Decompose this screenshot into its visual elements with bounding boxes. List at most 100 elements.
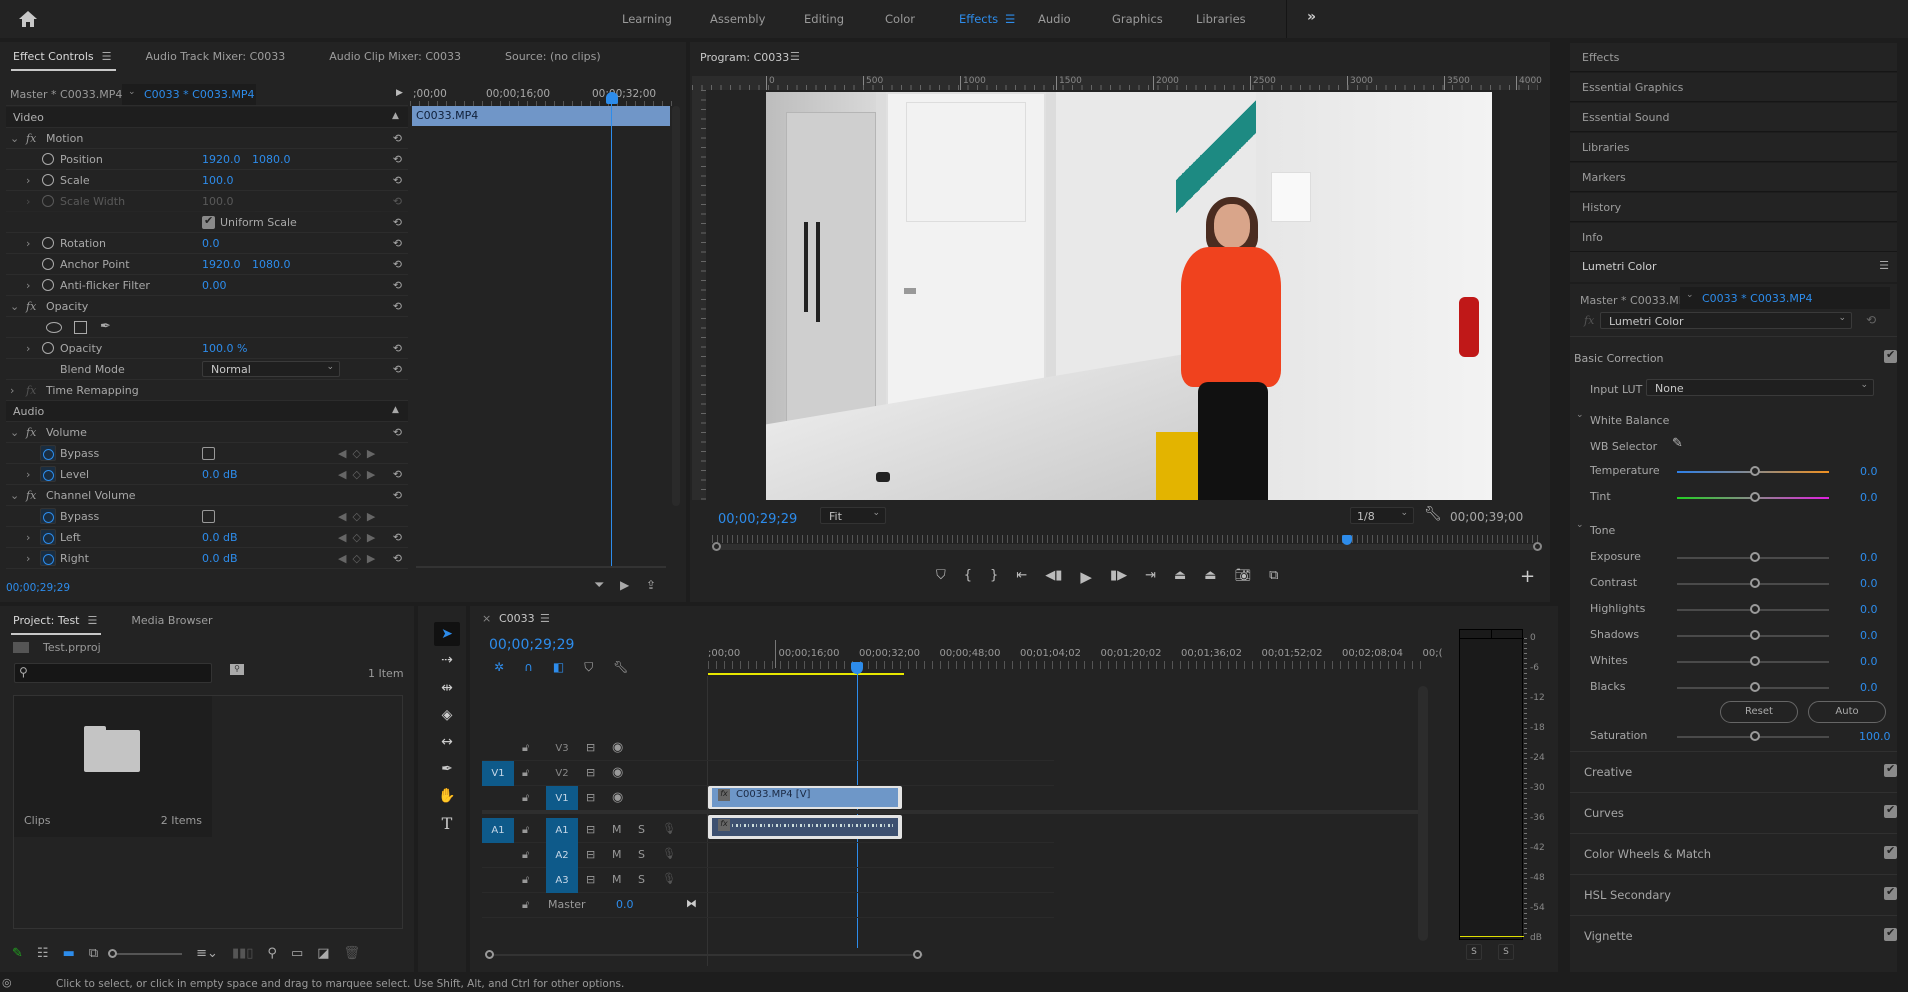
go-to-out-icon[interactable]: ⇥ [1145, 568, 1156, 586]
lumetri-section-hsl-secondary[interactable]: HSL Secondary [1570, 874, 1897, 914]
saturation-knob[interactable] [1750, 731, 1760, 741]
lumetri-section-curves[interactable]: Curves [1570, 792, 1897, 832]
chevron-down-icon[interactable]: ⌄ [1576, 410, 1584, 420]
saturation-value[interactable]: 100.0 [1859, 730, 1891, 743]
sync-lock-icon[interactable]: ⊟ [586, 873, 595, 886]
stopwatch-active-icon[interactable] [40, 445, 56, 461]
stopwatch-active-icon[interactable] [40, 550, 56, 566]
ellipse-mask-icon[interactable] [46, 322, 62, 333]
stopwatch-icon[interactable] [42, 237, 54, 249]
whites-value[interactable]: 0.0 [1860, 655, 1878, 668]
collapse-icon[interactable]: ▲ [392, 405, 399, 415]
go-to-in-icon[interactable]: ⇤ [1016, 568, 1027, 586]
linked-selection-icon[interactable]: ◧ [553, 660, 564, 675]
voiceover-mic-icon[interactable]: 🎙︎ [662, 872, 676, 885]
lock-icon[interactable]: 🔓︎ [522, 848, 529, 862]
section-enable-checkbox[interactable] [1884, 844, 1897, 859]
bypass-checkbox[interactable] [202, 447, 215, 460]
workspace-audio[interactable]: Audio [1038, 12, 1071, 26]
fx-icon[interactable]: fx [26, 426, 36, 439]
type-tool-icon[interactable]: T [434, 811, 460, 835]
stopwatch-icon[interactable] [42, 342, 54, 354]
reset-icon[interactable]: ⟲ [393, 342, 402, 355]
play-audio-icon[interactable]: ▶ [620, 578, 629, 592]
workspace-effects[interactable]: Effects [959, 12, 998, 26]
bin-clips[interactable]: Clips 2 Items [14, 696, 212, 837]
time-remapping-row[interactable]: › fx Time Remapping [6, 380, 408, 401]
extract-icon[interactable]: ⏏ [1204, 568, 1216, 586]
ec-clip-bar[interactable]: C0033.MP4 [412, 106, 670, 126]
reset-icon[interactable]: ⟲ [393, 153, 402, 166]
fx-icon[interactable]: fx [26, 489, 36, 502]
panel-tab-info[interactable]: Info [1570, 223, 1897, 252]
eye-icon[interactable]: ◉ [612, 765, 623, 780]
solo-button[interactable]: S [638, 848, 645, 861]
pen-tool-icon[interactable]: ✒ [434, 757, 460, 781]
filter-icon[interactable]: ⏷ [594, 578, 604, 593]
panel-menu-icon[interactable]: ☰ [88, 614, 98, 627]
slip-tool-icon[interactable]: ↔ [434, 730, 460, 754]
track-target-v1[interactable]: V1 [546, 786, 578, 811]
section-enable-checkbox[interactable] [1884, 803, 1897, 818]
rotation-value[interactable]: 0.0 [202, 237, 220, 250]
panel-menu-icon[interactable]: ☰ [1879, 259, 1889, 272]
play-icon[interactable]: ▶ [1080, 568, 1092, 586]
stopwatch-active-icon[interactable] [40, 466, 56, 482]
workspace-learning[interactable]: Learning [622, 12, 672, 26]
chevron-right-icon[interactable]: › [26, 468, 30, 481]
collapse-icon[interactable]: ▲ [392, 111, 399, 121]
motion-effect-row[interactable]: ⌄ fx Motion ⟲ [6, 128, 408, 149]
chevron-down-icon[interactable]: ⌄ [10, 426, 19, 439]
track-target-a3[interactable]: A3 [546, 868, 578, 893]
chevron-right-icon[interactable]: › [26, 342, 30, 355]
rectangle-mask-icon[interactable] [74, 321, 87, 334]
fx-icon[interactable]: fx [26, 132, 36, 145]
tint-knob[interactable] [1750, 492, 1760, 502]
exposure-value[interactable]: 0.0 [1860, 551, 1878, 564]
sync-lock-icon[interactable]: ⊟ [586, 791, 595, 804]
left-value[interactable]: 0.0 dB [202, 531, 238, 544]
chevron-down-icon[interactable]: ⌄ [10, 489, 19, 502]
solo-left-button[interactable]: S [1466, 944, 1482, 960]
icon-view-icon[interactable]: ▬ [63, 946, 75, 961]
reset-icon[interactable]: ⟲ [393, 132, 402, 145]
chevron-right-icon[interactable]: › [10, 384, 14, 397]
solo-button[interactable]: S [638, 873, 645, 886]
contrast-value[interactable]: 0.0 [1860, 577, 1878, 590]
timeline-ruler[interactable]: ;00;00 00;00;16;00 00;00;32;00 00;00;48;00 0… [708, 640, 1443, 676]
tab-media-browser[interactable]: Media Browser [131, 614, 212, 629]
chevron-down-icon[interactable]: ⌄ [10, 132, 19, 145]
play-clip-icon[interactable]: ▶ [396, 88, 403, 98]
playhead-handle[interactable] [606, 92, 618, 104]
add-button-icon[interactable]: + [1520, 566, 1535, 587]
stopwatch-active-icon[interactable] [40, 508, 56, 524]
workspace-menu-icon[interactable]: ☰ [1005, 12, 1015, 26]
source-patch-a1[interactable]: A1 [482, 818, 514, 843]
work-area-bar[interactable] [708, 673, 904, 675]
master-clip-label[interactable]: Master * C0033.MP4 [1580, 294, 1692, 307]
lift-icon[interactable]: ⏏ [1174, 568, 1186, 586]
basic-correction-checkbox[interactable] [1884, 348, 1897, 363]
reset-icon[interactable]: ⟲ [393, 300, 402, 313]
snap-icon[interactable]: ∩ [524, 660, 533, 675]
comparison-view-icon[interactable]: ⧉ [1269, 568, 1278, 586]
lock-icon[interactable]: 🔓︎ [522, 791, 529, 805]
new-bin-icon[interactable]: ▭ [291, 946, 303, 961]
reset-icon[interactable]: ⟲ [393, 489, 402, 502]
reset-icon[interactable]: ⟲ [393, 174, 402, 187]
track-target-a1[interactable]: A1 [546, 818, 578, 843]
reset-icon[interactable]: ⟲ [393, 531, 402, 544]
home-icon[interactable] [18, 10, 38, 28]
program-timecode[interactable]: 00;00;29;29 [718, 512, 797, 527]
tone-header[interactable]: Tone [1590, 524, 1615, 537]
track-target-v2[interactable]: V2 [546, 761, 578, 786]
tab-project[interactable]: Project: Test ☰ [10, 614, 102, 635]
reset-icon[interactable]: ⟲ [393, 258, 402, 271]
reset-icon[interactable]: ⟲ [1866, 313, 1876, 327]
timeline-horizontal-scrollbar[interactable] [485, 950, 923, 959]
antiflicker-value[interactable]: 0.00 [202, 279, 227, 292]
eye-icon[interactable]: ◉ [612, 740, 623, 755]
position-y-value[interactable]: 1080.0 [252, 153, 291, 166]
channel-volume-effect-row[interactable]: ⌄ fx Channel Volume ⟲ [6, 485, 408, 506]
reset-icon[interactable]: ⟲ [393, 216, 402, 229]
